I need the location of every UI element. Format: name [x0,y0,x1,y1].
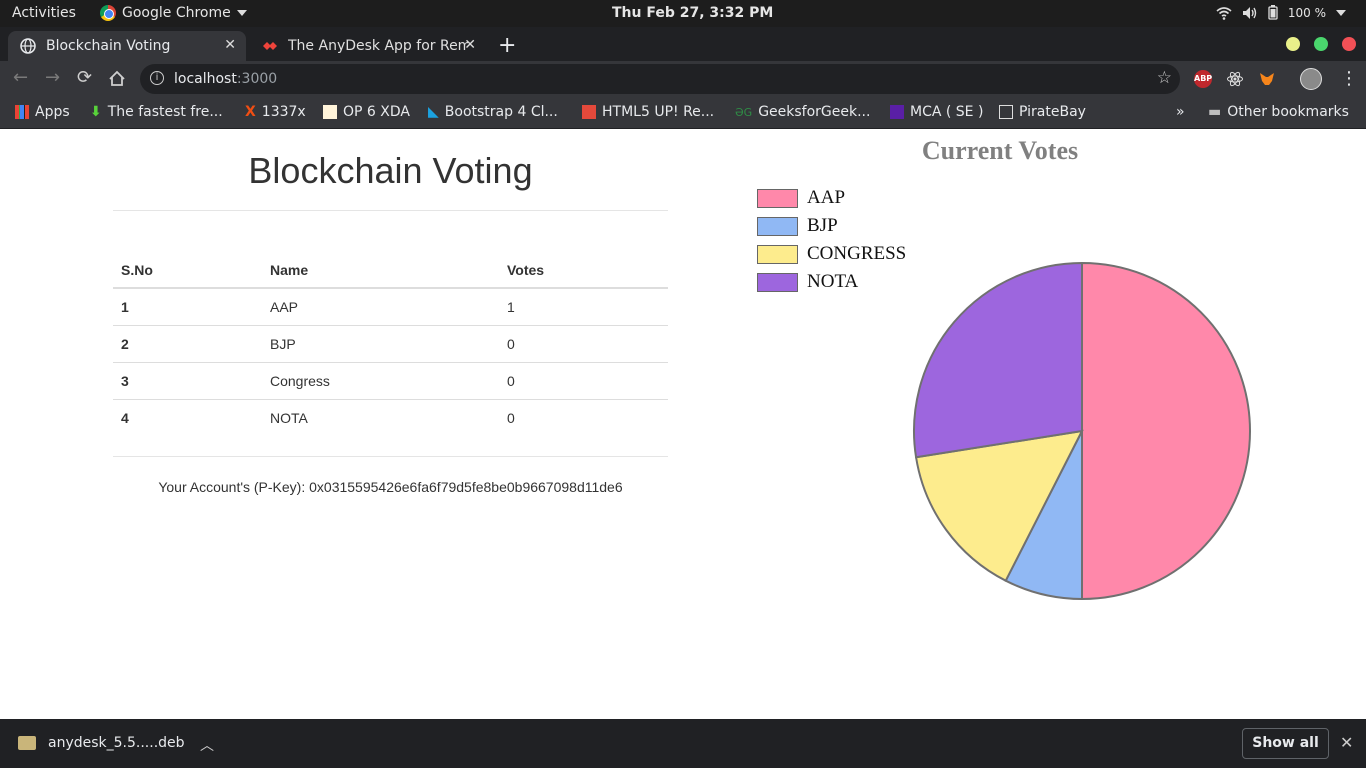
home-icon[interactable] [108,70,126,87]
chevron-down-icon [236,10,247,16]
metamask-fox-icon[interactable] [1258,70,1276,88]
maximize-window-icon[interactable] [1314,37,1328,51]
profile-avatar[interactable] [1300,68,1322,90]
anydesk-icon [263,42,277,50]
page-content: Blockchain Voting S.No Name Votes 1 AAP … [0,130,1366,719]
close-tab-icon[interactable]: ✕ [224,37,236,53]
address-bar[interactable]: i localhost:3000 ☆ [140,64,1180,94]
close-downloads-icon[interactable]: ✕ [1340,733,1353,752]
back-arrow-icon[interactable]: ← [13,67,28,88]
download-filename: anydesk_5.5.....deb [48,735,185,751]
bootstrap-icon: ◣ [428,104,439,120]
gfg-icon: ƏG [735,105,753,119]
folder-icon: ▬ [1208,104,1222,120]
chrome-icon [100,5,116,21]
bookmark-html5up[interactable]: HTML5 UP! Re... [582,104,714,120]
xda-icon [323,105,337,119]
system-tray[interactable]: 100 % [1216,5,1346,20]
react-devtools-icon[interactable] [1226,70,1244,88]
browser-toolbar: ← → ⟳ i localhost:3000 ☆ ABP ⋮ [0,61,1366,97]
activities-button[interactable]: Activities [12,5,76,21]
downloads-bar: anydesk_5.5.....deb ︿ Show all ✕ [0,719,1366,768]
bookmark-1337x[interactable]: X 1337x [245,104,306,120]
volume-icon [1242,6,1257,19]
globe-icon [20,38,36,54]
clock[interactable]: Thu Feb 27, 3:32 PM [612,5,773,21]
app-menu-label: Google Chrome [122,5,231,21]
bookmark-bootstrap[interactable]: ◣ Bootstrap 4 Cl... [428,104,558,120]
url-text: localhost:3000 [174,71,278,87]
bookmark-other[interactable]: ▬ Other bookmarks [1208,104,1349,120]
chrome-menu-icon[interactable]: ⋮ [1340,68,1358,89]
bookmark-op6-xda[interactable]: OP 6 XDA [323,104,410,120]
vote-pie-chart [913,261,1251,601]
package-icon [18,736,36,750]
download-item[interactable]: anydesk_5.5.....deb [18,735,185,751]
app-menu[interactable]: Google Chrome [100,5,247,21]
bookmark-fastest[interactable]: ⬇ The fastest fre... [90,104,223,120]
bookmark-mca-se[interactable]: MCA ( SE ) [890,104,983,120]
x-logo-icon: X [245,104,256,120]
tab-title: The AnyDesk App for Rem [288,38,468,54]
mca-icon [890,105,904,119]
bookmark-apps[interactable]: Apps [15,104,70,120]
pie-slice-nota[interactable] [913,261,1083,459]
battery-icon [1268,5,1278,20]
pirate-ship-icon [999,105,1013,119]
adblock-plus-icon[interactable]: ABP [1194,70,1212,88]
system-top-bar: Activities Google Chrome Thu Feb 27, 3:3… [0,0,1366,27]
html5up-icon [582,105,596,119]
new-tab-plus-icon[interactable]: + [498,33,516,58]
close-tab-icon[interactable]: ✕ [464,37,476,53]
tab-strip: Blockchain Voting ✕ The AnyDesk App for … [0,27,1366,61]
apps-grid-icon [15,105,29,119]
info-icon[interactable]: i [150,71,164,85]
wifi-icon [1216,6,1232,20]
download-arrow-icon: ⬇ [90,104,102,120]
tab-anydesk[interactable]: The AnyDesk App for Rem ✕ [250,31,486,61]
tab-title: Blockchain Voting [46,38,171,54]
battery-percent: 100 % [1287,5,1326,20]
bookmark-star-icon[interactable]: ☆ [1157,68,1172,88]
show-all-button[interactable]: Show all [1242,728,1329,759]
close-window-icon[interactable] [1342,37,1356,51]
system-menu-chevron-icon [1336,9,1346,16]
bookmarks-bar: Apps ⬇ The fastest fre... X 1337x OP 6 XDA… [0,97,1366,129]
reload-icon[interactable]: ⟳ [77,67,92,88]
bookmarks-overflow-chevron-icon[interactable]: » [1176,104,1185,120]
minimize-window-icon[interactable] [1286,37,1300,51]
pie-slice-aap[interactable] [1081,261,1251,601]
forward-arrow-icon[interactable]: → [45,67,60,88]
bookmark-geeksforgeeks[interactable]: ƏG GeeksforGeek... [735,104,870,120]
bookmark-piratebay[interactable]: PirateBay [999,104,1086,120]
tab-blockchain-voting[interactable]: Blockchain Voting ✕ [8,31,246,61]
chevron-up-icon[interactable]: ︿ [200,735,214,755]
